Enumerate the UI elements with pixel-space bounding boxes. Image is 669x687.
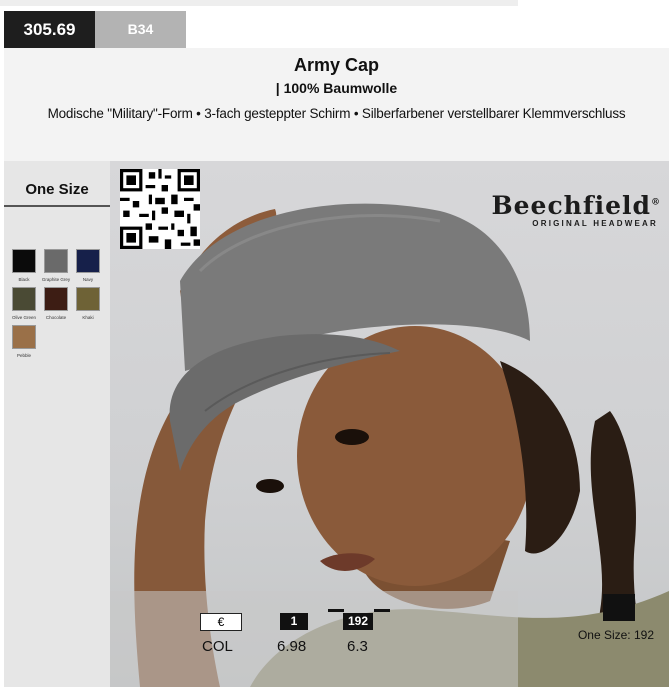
brand-logo: Beechfield® <box>492 191 661 220</box>
color-swatch: Pebble <box>12 325 36 358</box>
one-size-color-chip <box>603 594 635 621</box>
color-swatch-label: Black <box>18 277 30 282</box>
col-label: COL <box>202 638 233 655</box>
tier1-price: 6.98 <box>277 638 307 655</box>
price-panel: € COL 1 6.98 192 6.3 <box>110 591 518 687</box>
color-swatch-chip <box>76 287 100 311</box>
color-swatch-chip <box>76 249 100 273</box>
color-swatch: Black <box>12 249 36 282</box>
size-heading: One Size <box>25 181 89 198</box>
color-swatch-chip <box>12 249 36 273</box>
product-subtitle: | 100% Baumwolle <box>275 80 398 96</box>
color-swatch-chip <box>44 287 68 311</box>
size-heading-underline <box>4 205 110 207</box>
currency-box: € <box>200 613 242 631</box>
color-swatch-label: Graphite Grey <box>41 277 71 282</box>
color-swatch: Chocolate <box>44 287 68 320</box>
color-swatch-label: Navy <box>82 277 94 282</box>
brand-name: Beechfield <box>491 191 651 220</box>
color-swatch-chip <box>44 249 68 273</box>
color-swatch: Graphite Grey <box>42 249 70 282</box>
color-swatch: Khaki <box>76 287 100 320</box>
size-color-sidebar: One Size Black Graphite Grey Navy Olive Gre… <box>4 161 110 687</box>
qr-code <box>120 169 200 249</box>
color-swatch-chip <box>12 325 36 349</box>
color-swatch: Navy <box>76 249 100 282</box>
color-swatch-label: Olive Green <box>11 315 36 320</box>
product-title: Army Cap <box>293 55 380 75</box>
one-size-note: One Size: 192 <box>577 628 654 642</box>
color-swatch: Olive Green <box>12 287 36 320</box>
tier2-quantity: 192 <box>343 613 373 630</box>
color-swatch-label: Chocolate <box>45 315 67 320</box>
tier2-dash-left <box>328 609 344 612</box>
tier2-dash-right <box>374 609 390 612</box>
top-divider-strip <box>0 0 518 6</box>
price-label: 305.69 <box>4 11 95 48</box>
tier2-price: 6.3 <box>347 638 368 655</box>
tier1-quantity: 1 <box>280 613 308 630</box>
color-swatch-label: Khaki <box>82 315 94 320</box>
color-swatch-chip <box>12 287 36 311</box>
color-swatch-label: Pebble <box>16 353 31 358</box>
product-header: Army Cap | 100% Baumwolle Modische "Mili… <box>4 48 669 161</box>
article-code: B34 <box>95 11 186 48</box>
product-description: Modische "Military"-Form • 3-fach gestep… <box>47 106 626 121</box>
brand-tagline: ORIGINAL HEADWEAR <box>532 219 658 228</box>
registered-mark: ® <box>651 197 661 208</box>
product-code-bar: 305.69 B34 <box>4 11 186 48</box>
